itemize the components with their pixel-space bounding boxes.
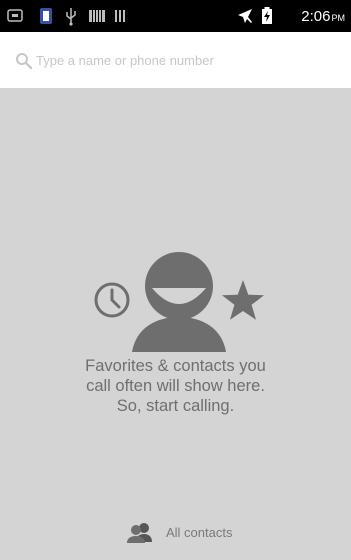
contacts-icon xyxy=(127,523,152,543)
signal-bars-icon xyxy=(115,10,125,22)
search-bar xyxy=(0,32,351,88)
clock-icon xyxy=(94,282,130,318)
star-icon xyxy=(222,280,264,320)
empty-state-illustration xyxy=(94,252,264,352)
empty-state-message: Favorites & contacts you call often will… xyxy=(0,356,351,416)
airplane-mode-icon xyxy=(238,9,252,23)
empty-message-line: So, start calling. xyxy=(116,397,235,415)
person-icon xyxy=(132,252,226,352)
status-time-ampm: PM xyxy=(331,13,346,23)
status-time-value: 2:06 xyxy=(301,8,331,25)
empty-message-line: Favorites & contacts you xyxy=(85,357,266,375)
search-icon[interactable] xyxy=(15,52,33,70)
all-contacts-label: All contacts xyxy=(166,524,233,540)
barcode-icon xyxy=(89,10,105,22)
usb-icon xyxy=(66,8,76,26)
battery-charging-icon xyxy=(262,7,272,24)
all-contacts-button[interactable]: All contacts xyxy=(124,518,254,546)
status-bar: 2:06PM xyxy=(0,0,351,32)
status-time: 2:06PM xyxy=(301,8,345,25)
notification-icon xyxy=(7,9,23,22)
app-icon xyxy=(40,8,52,24)
empty-message-line: call often will show here. xyxy=(86,377,265,395)
search-input[interactable] xyxy=(36,48,326,72)
